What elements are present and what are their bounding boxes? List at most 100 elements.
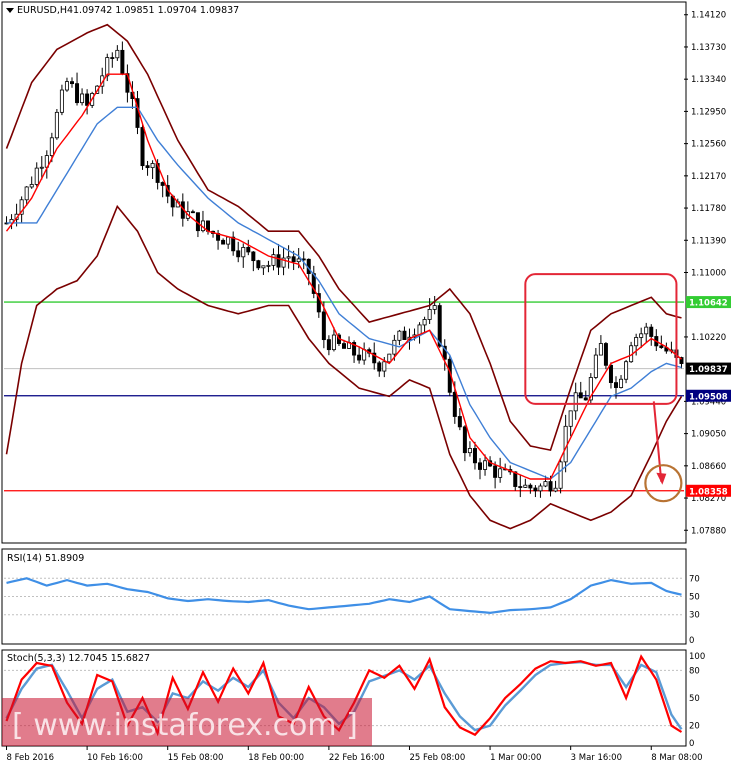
candle-body [321,311,326,341]
candle-body [70,81,75,85]
level-tag-label-0: 1.10642 [689,299,728,309]
candle-body [29,184,34,188]
y-tick-label: 1.11780 [691,204,726,214]
candle-body [271,254,276,266]
candle-body [331,334,336,351]
y-tick-label: 1.13730 [691,43,726,53]
candle-body [603,343,608,366]
candle-body [477,462,482,470]
candle-body [64,81,69,91]
rsi-tick-label: 70 [689,574,700,584]
candle-body [608,364,613,383]
x-tick-label: 25 Feb 08:00 [409,753,465,763]
candle-body [241,247,246,258]
candle-body [528,484,533,489]
candle-body [357,354,362,361]
candle-body [644,326,649,335]
y-tick-label: 1.12170 [691,172,726,182]
stoch-title: Stoch(5,3,3) 12.7045 15.6827 [7,653,150,664]
rsi-tick-label: 30 [689,611,700,621]
x-tick-label: 22 Feb 16:00 [329,753,385,763]
stoch-tick-label: 100 [689,652,705,662]
candle-body [543,481,548,487]
x-tick-label: 8 Feb 2016 [7,753,55,763]
candle-body [105,57,110,77]
candle-body [120,49,125,74]
candle-body [558,461,563,489]
chart-canvas[interactable]: 1.14120 1.13730 1.13340 1.12950 1.12560 1.121… [0,0,731,768]
y-tick-label: 1.14120 [691,11,726,21]
candle-body [467,448,472,454]
y-tick-label: 1.13340 [691,75,726,85]
candle-body [49,137,54,156]
y-tick-label: 1.11000 [691,269,726,279]
candle-body [533,487,538,492]
candle-body [145,165,150,169]
candle-body [286,256,291,259]
candle-body [115,49,120,59]
candle-body [432,305,437,310]
candle-body [452,391,457,417]
y-tick-label: 1.11390 [691,236,726,246]
candle-body [80,93,85,104]
candle-body [261,265,266,269]
y-tick-label: 1.09050 [691,430,726,440]
candle-body [34,167,39,185]
candle-body [291,256,296,263]
candle-body [483,460,488,470]
candle-body [75,83,80,104]
candle-body [583,397,588,401]
candle-body [573,392,578,412]
candle-body [634,337,639,347]
rsi-title: RSI(14) 51.8909 [7,553,84,564]
candle-body [362,349,367,361]
candle-body [649,326,654,337]
candle-body [251,251,256,262]
candle-body [236,250,241,258]
candle-body [518,486,523,488]
candle-body [462,426,467,454]
y-tick-label: 1.12560 [691,140,726,150]
level-tag-label-1: 1.09508 [689,392,728,402]
candle-body [231,236,236,252]
ohlc-readout: 1.09742 1.09851 1.09704 1.09837 [73,5,239,16]
candle-body [54,111,59,139]
current-price-tag: 1.09837 [689,365,728,375]
candle-body [326,339,331,351]
x-tick-label: 18 Feb 00:00 [248,753,304,763]
price-panel[interactable] [1,1,687,544]
stoch-tick-label: 80 [689,666,700,676]
candle-body [523,484,528,488]
candle-body [513,471,518,487]
x-tick-label: 8 Mar 08:00 [651,753,702,763]
candle-body [246,247,251,253]
candle-body [402,330,407,340]
x-tick-label: 10 Feb 16:00 [87,753,143,763]
rsi-tick-label: 50 [689,593,700,603]
candle-body [538,485,543,492]
candle-body [377,362,382,372]
stoch-tick-label: 50 [689,694,700,704]
stoch-tick-label: 20 [689,722,700,732]
candle-body [276,254,281,268]
y-tick-label: 1.10220 [691,333,726,343]
candle-body [437,305,442,347]
candle-body [624,361,629,380]
candle-body [392,339,397,355]
candle-body [493,465,498,478]
candle-body [150,163,155,169]
candle-body [387,353,392,363]
candle-body [578,392,583,399]
watermark-text: [ www.instaforex.com ] [12,708,358,743]
candle-body [256,260,261,269]
candle-body [226,236,231,245]
candle-body [427,309,432,320]
y-tick-label: 1.12950 [691,107,726,117]
level-tag-label-2: 1.08358 [689,487,728,497]
candle-body [140,127,145,167]
candle-body [498,468,503,478]
candle-body [397,330,402,341]
candle-body [563,425,568,463]
candle-body [190,211,195,214]
candle-body [110,57,115,59]
